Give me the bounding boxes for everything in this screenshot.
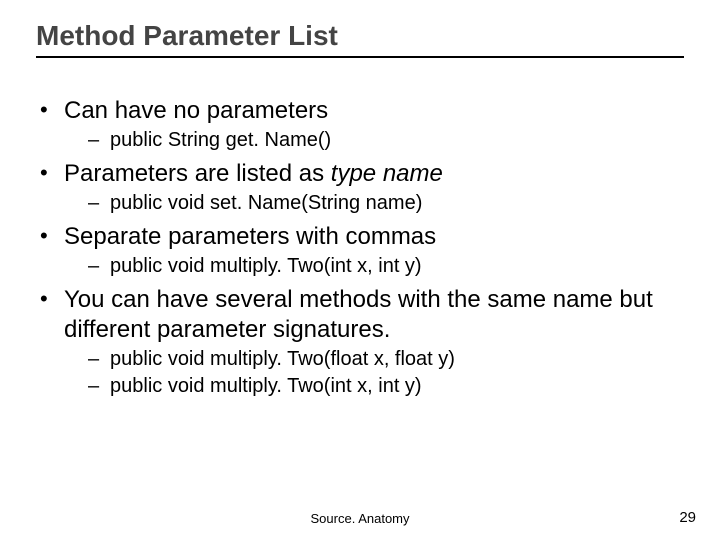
bullet-text: You can have several methods with the sa… [64,286,653,343]
title-block: Method Parameter List [36,20,684,58]
bullet-text-prefix: Parameters are listed as [64,160,331,187]
slide-title: Method Parameter List [36,20,684,58]
sub-list: public void set. Name(String name) [64,191,684,216]
sub-item: public void set. Name(String name) [64,191,684,216]
bullet-item: Can have no parameters public String get… [36,96,684,153]
sub-item: public String get. Name() [64,128,684,153]
bullet-text: Separate parameters with commas [64,223,436,250]
sub-list: public String get. Name() [64,128,684,153]
sub-item: public void multiply. Two(int x, int y) [64,374,684,399]
sub-list: public void multiply. Two(int x, int y) [64,254,684,279]
bullet-item: Separate parameters with commas public v… [36,222,684,279]
sub-item: public void multiply. Two(int x, int y) [64,254,684,279]
page-number: 29 [679,509,696,526]
bullet-item: Parameters are listed as type name publi… [36,159,684,216]
footer-center: Source. Anatomy [0,511,720,526]
bullet-item: You can have several methods with the sa… [36,285,684,399]
bullet-text: Can have no parameters [64,97,328,124]
slide: Method Parameter List Can have no parame… [0,0,720,540]
slide-body: Can have no parameters public String get… [36,90,684,405]
sub-list: public void multiply. Two(float x, float… [64,347,684,399]
sub-item: public void multiply. Two(float x, float… [64,347,684,372]
bullet-text-italic: type name [331,160,443,187]
bullet-list: Can have no parameters public String get… [36,96,684,399]
